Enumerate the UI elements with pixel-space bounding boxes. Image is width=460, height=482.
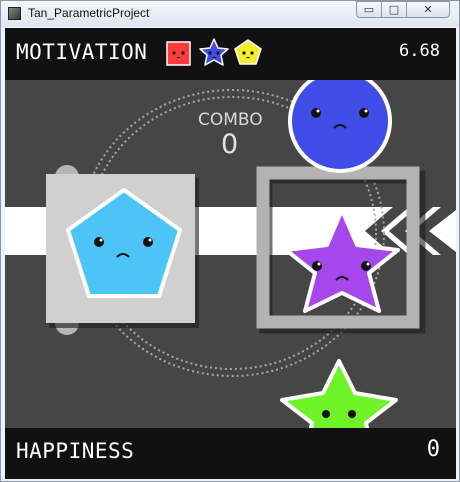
game-canvas[interactable]: COMBO 0 MOTIVATION 6.68 HAPPINESS 0	[5, 28, 456, 479]
title-bar[interactable]: Tan_ParametricProject ▭ □ ✕	[1, 1, 459, 27]
happiness-label: HAPPINESS	[16, 439, 135, 463]
combo-label: COMBO	[198, 110, 263, 130]
motivation-value: 6.68	[399, 41, 440, 61]
red-square-face-icon	[166, 41, 191, 66]
happiness-value: 0	[426, 437, 440, 462]
game-scene	[5, 69, 456, 466]
blue-star-face-icon	[199, 38, 229, 66]
yellow-pentagon-face-icon	[234, 39, 262, 65]
blue-circle-character[interactable]	[288, 69, 392, 173]
combo-value: 0	[221, 129, 239, 160]
happiness-bar: HAPPINESS 0	[5, 428, 456, 479]
close-button[interactable]: ✕	[406, 1, 450, 18]
app-icon	[8, 7, 21, 20]
maximize-button[interactable]: □	[381, 1, 407, 18]
window-title: Tan_ParametricProject	[28, 6, 150, 20]
minimize-button[interactable]: ▭	[356, 1, 382, 18]
motivation-bar: MOTIVATION 6.68	[5, 28, 456, 80]
app-window: Tan_ParametricProject ▭ □ ✕ COMBO 0 MOTI…	[0, 0, 460, 482]
motivation-icons	[166, 38, 262, 66]
